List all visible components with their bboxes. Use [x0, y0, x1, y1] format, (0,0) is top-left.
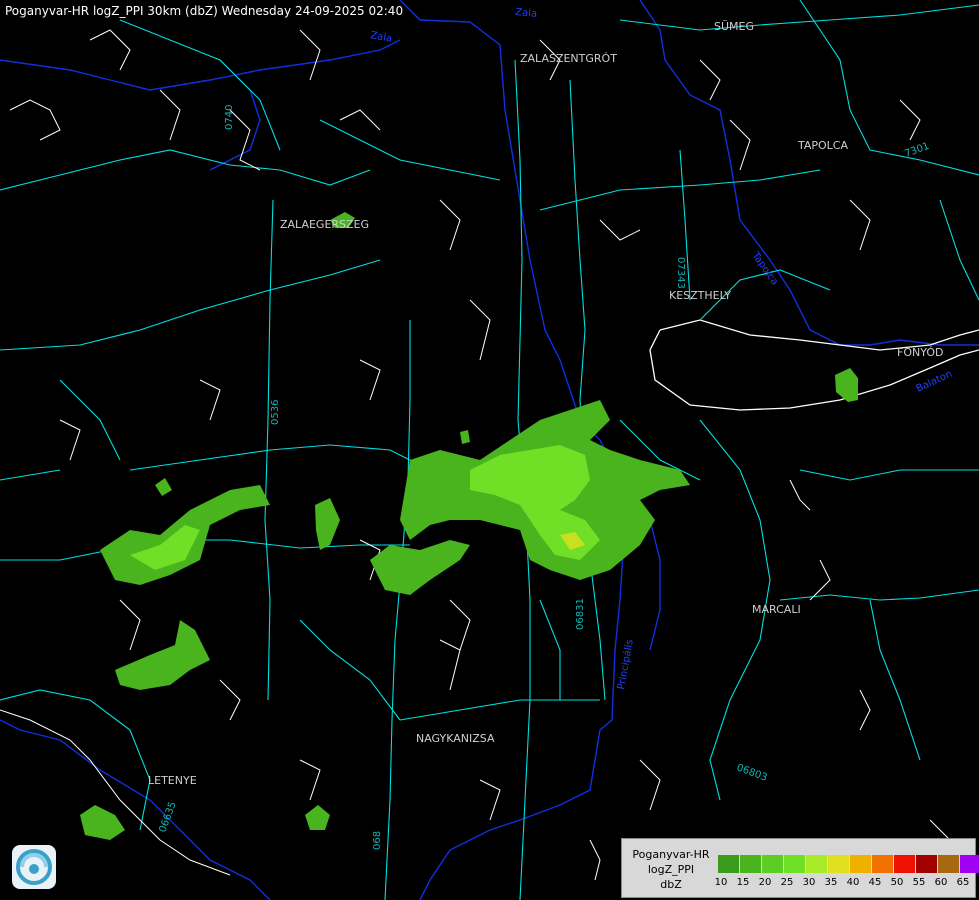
legend-swatch: [828, 855, 849, 873]
legend-swatch: [960, 855, 979, 873]
roads: [0, 0, 979, 900]
legend-swatch: [740, 855, 761, 873]
legend-swatch: [938, 855, 959, 873]
echo-small-2: [155, 478, 172, 496]
road-label: 07343: [675, 257, 686, 289]
legend-tick: 35: [824, 877, 838, 888]
legend-tick: 50: [890, 877, 904, 888]
road-label: 06803: [735, 762, 769, 783]
road-label: 7301: [903, 141, 931, 160]
city-label: KESZTHELY: [669, 289, 731, 302]
city-label: MARCALI: [752, 603, 801, 616]
echo-small-3: [460, 430, 470, 444]
road-label: 0740: [224, 105, 235, 130]
legend-swatch: [894, 855, 915, 873]
legend-tick: 45: [868, 877, 882, 888]
legend-swatch: [718, 855, 739, 873]
legend-tick: 65: [956, 877, 970, 888]
legend-title: Poganyvar-HR logZ_PPI dbZ: [625, 847, 717, 892]
river-label: Zala: [515, 7, 538, 20]
road-label: 06635: [157, 800, 178, 834]
city-label: ZALAEGERSZEG: [280, 218, 369, 231]
dbz-legend: Poganyvar-HR logZ_PPI dbZ 10 15 20 25 30 35 40…: [621, 838, 979, 898]
echo-small-1: [315, 498, 340, 550]
road-label: 06831: [575, 598, 586, 630]
city-label: FONYÓD: [897, 346, 943, 359]
legend-swatch: [762, 855, 783, 873]
rivers: [0, 0, 979, 900]
echo-south-a: [80, 805, 125, 840]
legend-tick: 20: [758, 877, 772, 888]
legend-tick: 40: [846, 877, 860, 888]
echo-southwest: [115, 620, 210, 690]
city-label: SÜMEG: [714, 20, 754, 33]
radar-echoes: [80, 212, 858, 840]
legend-tick: 15: [736, 877, 750, 888]
city-label: LETENYE: [148, 774, 197, 787]
river-label: Zala: [369, 30, 392, 45]
legend-tick: 60: [934, 877, 948, 888]
legend-swatch: [872, 855, 893, 873]
legend-product: logZ_PPI: [647, 863, 695, 876]
legend-swatch: [806, 855, 827, 873]
legend-tick: 55: [912, 877, 926, 888]
echo-south-b: [305, 805, 330, 830]
city-label: ZALASZENTGRÓT: [520, 52, 617, 65]
legend-tick: 25: [780, 877, 794, 888]
city-label: TAPOLCA: [797, 139, 848, 152]
legend-tick: 10: [714, 877, 728, 888]
map-title: Poganyvar-HR logZ_PPI 30km (dbZ) Wednesd…: [5, 4, 404, 18]
legend-radar-name: Poganyvar-HR: [632, 848, 710, 861]
legend-ticks: 10 15 20 25 30 35 40 45 50 55 60 65 70: [710, 877, 979, 888]
road-label: 0536: [270, 400, 281, 425]
city-label: NAGYKANIZSA: [416, 732, 495, 745]
road-label: 068: [372, 831, 383, 850]
legend-swatch: [916, 855, 937, 873]
legend-swatch: [850, 855, 871, 873]
legend-tick: 30: [802, 877, 816, 888]
river-label: Principális: [615, 639, 636, 691]
legend-tick: 70: [974, 877, 979, 888]
lake-balaton: [649, 319, 979, 411]
radar-map: SÜMEG ZALASZENTGRÓT TAPOLCA ZALAEGERSZEG…: [0, 0, 979, 900]
logo-icon: [12, 845, 56, 889]
echo-fonyod: [835, 368, 858, 402]
legend-unit: dbZ: [660, 878, 682, 891]
city-labels: SÜMEG ZALASZENTGRÓT TAPOLCA ZALAEGERSZEG…: [148, 20, 943, 787]
legend-swatch: [784, 855, 805, 873]
echo-central-south: [370, 540, 470, 595]
legend-swatches: [718, 855, 979, 873]
settlement-borders: [0, 29, 951, 881]
